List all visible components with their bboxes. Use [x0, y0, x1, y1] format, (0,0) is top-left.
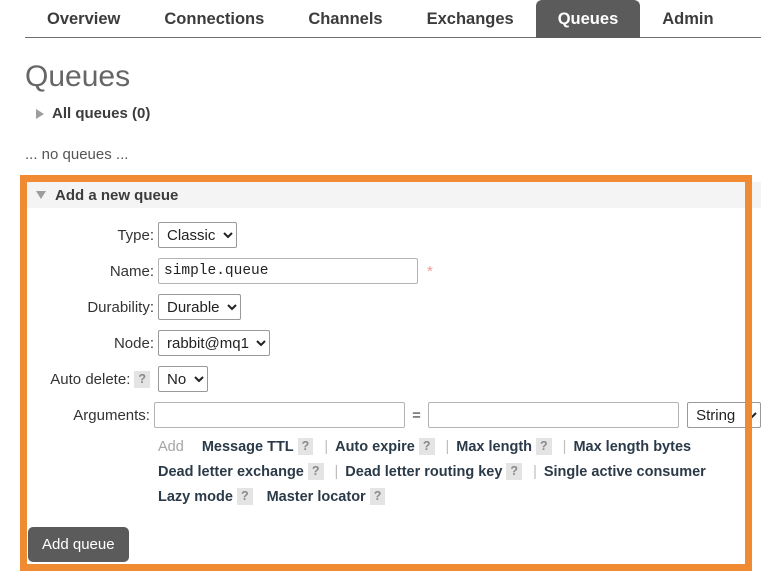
type-select[interactable]: Classic [158, 222, 237, 248]
argument-presets: Add Message TTL ? | Auto expire ? | Max … [158, 434, 761, 509]
field-row-auto-delete: Auto delete: ? No [27, 366, 761, 392]
lazy-mode-help-icon[interactable]: ? [236, 488, 253, 505]
preset-max-length[interactable]: Max length [456, 439, 532, 455]
preset-auto-expire[interactable]: Auto expire [335, 439, 415, 455]
all-queues-label: All queues (0) [52, 105, 151, 122]
field-row-arguments: Arguments: = String [27, 402, 761, 428]
preset-message-ttl[interactable]: Message TTL [202, 439, 294, 455]
tab-channels[interactable]: Channels [286, 0, 404, 38]
chevron-down-icon [36, 191, 46, 199]
tab-exchanges[interactable]: Exchanges [405, 0, 536, 38]
tab-list: Overview Connections Channels Exchanges … [25, 0, 736, 38]
argument-preset-row: Dead letter exchange ? | Dead letter rou… [158, 459, 761, 484]
preset-separator: | [562, 438, 567, 455]
preset-dead-letter-exchange[interactable]: Dead letter exchange [158, 464, 304, 480]
durability-label-wrap: Durability: [27, 299, 158, 316]
add-queue-panel-title: Add a new queue [55, 186, 179, 204]
add-queue-form: Type: Classic Name: * Durability: [27, 208, 761, 509]
field-row-type: Type: Classic [27, 222, 761, 248]
node-label: Node: [113, 334, 154, 352]
name-label: Name: [109, 262, 154, 280]
all-queues-toggle[interactable]: All queues (0) [36, 105, 150, 122]
add-queue-panel: Add a new queue Type: Classic Name: * [27, 182, 761, 509]
app-viewport: Overview Connections Channels Exchanges … [0, 0, 761, 579]
master-locator-help-icon[interactable]: ? [369, 488, 386, 505]
auto-delete-help-icon[interactable]: ? [134, 370, 150, 388]
chevron-right-icon [36, 108, 44, 119]
name-label-wrap: Name: [27, 263, 158, 280]
node-select[interactable]: rabbit@mq1 [158, 330, 270, 356]
message-ttl-help-icon[interactable]: ? [297, 438, 314, 455]
tab-queues[interactable]: Queues [535, 0, 641, 38]
arguments-label: Arguments: [73, 406, 150, 424]
add-argument-link[interactable]: Add [158, 439, 184, 455]
max-length-help-icon[interactable]: ? [536, 438, 552, 455]
argument-preset-row: Add Message TTL ? | Auto expire ? | Max … [158, 434, 761, 459]
argument-key-input[interactable] [153, 402, 406, 428]
arguments-label-wrap: Arguments: [27, 407, 154, 424]
auto-delete-label: Auto delete: [50, 370, 131, 388]
argument-preset-row: Lazy mode ? Master locator ? [158, 484, 761, 509]
type-label-wrap: Type: [27, 227, 158, 244]
argument-type-select[interactable]: String [687, 402, 761, 428]
preset-separator: | [445, 438, 450, 455]
add-queue-panel-header[interactable]: Add a new queue [27, 182, 761, 208]
preset-separator: | [334, 463, 339, 480]
node-label-wrap: Node: [27, 335, 158, 352]
auto-expire-help-icon[interactable]: ? [418, 438, 435, 455]
durability-label: Durability: [87, 298, 154, 316]
dead-letter-routing-key-help-icon[interactable]: ? [506, 463, 523, 480]
tab-connections[interactable]: Connections [142, 0, 286, 38]
field-row-node: Node: rabbit@mq1 [27, 330, 761, 356]
page-title: Queues [25, 60, 131, 93]
preset-dead-letter-routing-key[interactable]: Dead letter routing key [345, 464, 502, 480]
durability-select[interactable]: Durable [158, 294, 241, 320]
main-navigation-tabs: Overview Connections Channels Exchanges … [0, 0, 761, 38]
type-label: Type: [117, 226, 154, 244]
arguments-equals-sign: = [412, 406, 421, 424]
preset-separator: | [324, 438, 329, 455]
preset-lazy-mode[interactable]: Lazy mode [158, 489, 233, 505]
required-marker: * [427, 262, 433, 280]
auto-delete-label-wrap: Auto delete: ? [27, 370, 158, 388]
preset-separator: | [533, 463, 537, 480]
argument-value-input[interactable] [427, 402, 680, 428]
auto-delete-select[interactable]: No [158, 366, 208, 392]
tab-overview[interactable]: Overview [25, 0, 142, 38]
dead-letter-exchange-help-icon[interactable]: ? [307, 463, 324, 480]
field-row-name: Name: * [27, 258, 761, 284]
preset-single-active-consumer[interactable]: Single active consumer [544, 464, 706, 480]
field-row-durability: Durability: Durable [27, 294, 761, 320]
preset-master-locator[interactable]: Master locator [267, 489, 366, 505]
tab-admin[interactable]: Admin [640, 0, 735, 38]
preset-max-length-bytes[interactable]: Max length bytes [573, 439, 691, 455]
no-queues-message: ... no queues ... [25, 146, 129, 163]
add-queue-button[interactable]: Add queue [28, 527, 129, 562]
name-input[interactable] [158, 258, 418, 284]
